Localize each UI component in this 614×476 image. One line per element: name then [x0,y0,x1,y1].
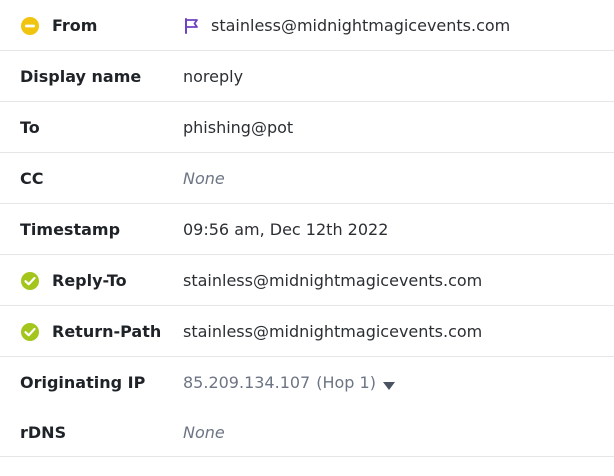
check-circle-icon [20,271,40,291]
email-header-table: From stainless@midnightmagicevents.com D… [0,0,614,457]
from-label: From [52,16,98,35]
rdns-value: None [183,423,225,442]
originating-ip-label: Originating IP [20,373,146,392]
reply-to-label: Reply-To [52,271,127,290]
originating-ip-value: 85.209.134.107 [183,373,311,392]
display-name-label: Display name [20,67,142,86]
row-return-path: Return-Path stainless@midnightmagicevent… [0,306,614,357]
reply-to-value: stainless@midnightmagicevents.com [183,271,483,290]
hop-label: (Hop 1) [316,373,376,392]
to-label: To [20,118,40,137]
row-originating-ip: Originating IP 85.209.134.107 (Hop 1) rD… [0,357,614,457]
row-from: From stainless@midnightmagicevents.com [0,0,614,51]
row-display-name: Display name noreply [0,51,614,102]
from-value: stainless@midnightmagicevents.com [211,16,511,35]
cc-label: CC [20,169,44,188]
cc-value: None [183,169,225,188]
return-path-label: Return-Path [52,322,162,341]
caret-down-icon[interactable] [382,377,396,390]
display-name-value: noreply [183,67,244,86]
to-value: phishing@pot [183,118,294,137]
flag-icon[interactable] [183,17,201,35]
warning-icon [20,16,40,36]
timestamp-label: Timestamp [20,220,121,239]
rdns-label: rDNS [20,423,67,442]
check-circle-icon [20,322,40,342]
row-to: To phishing@pot [0,102,614,153]
row-reply-to: Reply-To stainless@midnightmagicevents.c… [0,255,614,306]
timestamp-value: 09:56 am, Dec 12th 2022 [183,220,389,239]
row-timestamp: Timestamp 09:56 am, Dec 12th 2022 [0,204,614,255]
return-path-value: stainless@midnightmagicevents.com [183,322,483,341]
row-cc: CC None [0,153,614,204]
